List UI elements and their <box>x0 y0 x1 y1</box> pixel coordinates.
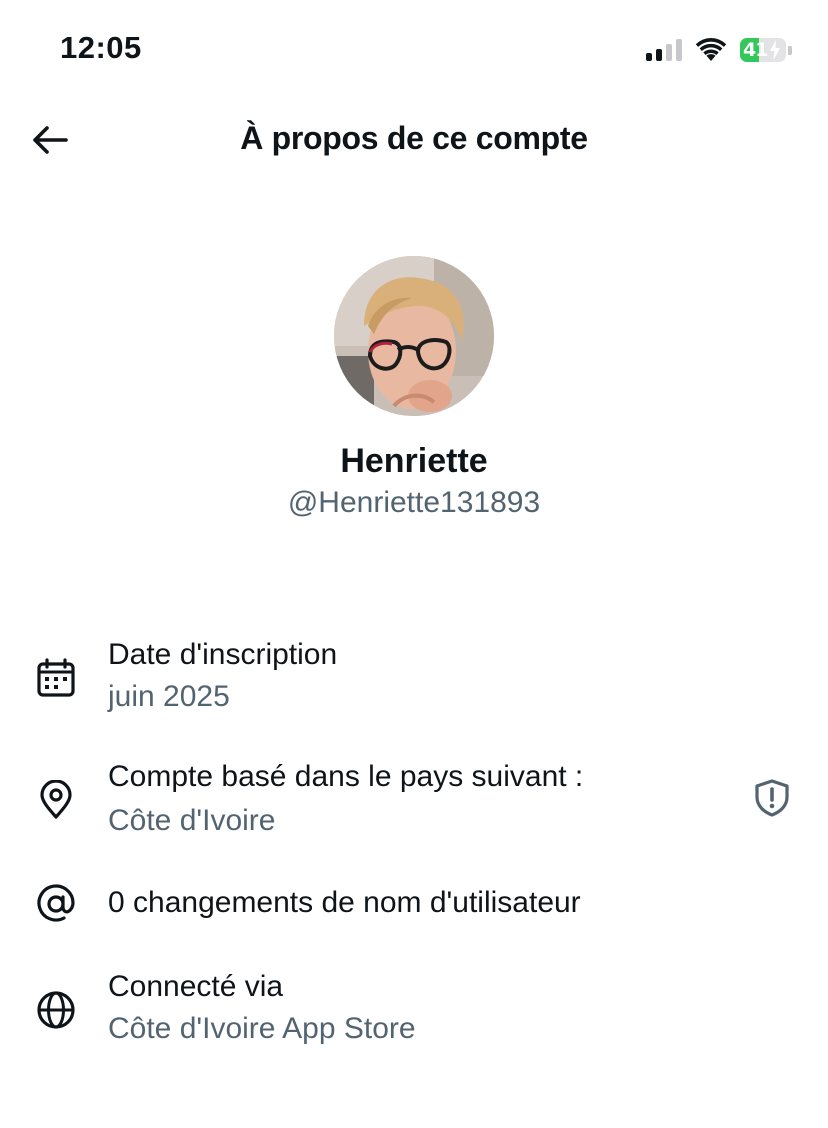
charging-bolt-icon <box>770 40 780 60</box>
joined-label: Date d'inscription <box>108 638 338 671</box>
status-icons: 41 <box>646 36 792 64</box>
profile-handle: @Henriette131893 <box>287 486 541 519</box>
status-time: 12:05 <box>60 30 142 65</box>
calendar-icon <box>37 658 75 697</box>
username-changes-label: 0 changements de nom d'utilisateur <box>108 886 581 919</box>
avatar-image <box>334 256 494 416</box>
shield-alert-icon[interactable] <box>752 778 792 818</box>
battery-tip <box>788 45 792 55</box>
connected-via-label: Connecté via <box>108 970 284 1003</box>
page-title: À propos de ce compte <box>240 120 588 156</box>
joined-value: juin 2025 <box>108 680 230 713</box>
wifi-icon <box>695 38 727 61</box>
about-account-screen: 12:05 41 À propos de ce compte Henriette… <box>0 0 828 1128</box>
profile-name: Henriette <box>340 442 488 480</box>
country-label: Compte basé dans le pays suivant : <box>108 760 584 793</box>
location-pin-icon <box>40 780 72 819</box>
globe-icon <box>37 991 75 1029</box>
battery-percent: 41 <box>743 39 768 61</box>
cellular-signal-icon <box>646 39 682 61</box>
at-sign-icon <box>37 884 75 922</box>
battery-icon: 41 <box>740 38 786 62</box>
connected-via-value: Côte d'Ivoire App Store <box>108 1012 416 1045</box>
avatar[interactable] <box>334 256 494 416</box>
country-value: Côte d'Ivoire <box>108 804 276 837</box>
